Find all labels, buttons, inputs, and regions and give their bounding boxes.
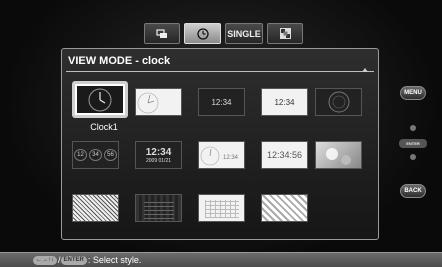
second-text: 56	[104, 149, 117, 161]
up-arrow-icon[interactable]	[410, 125, 416, 131]
style-thumb-2[interactable]	[135, 88, 182, 116]
tab-single[interactable]: SINGLE	[225, 23, 263, 44]
down-arrow-icon[interactable]	[410, 154, 416, 160]
style-thumb-13[interactable]	[198, 194, 245, 222]
view-mode-panel: VIEW MODE - clock Clock1 12:34 12:34 12 …	[61, 48, 379, 240]
slideshow-icon	[156, 28, 167, 38]
screen: SINGLE VIEW MODE - clock Clock1 12:34 12…	[0, 0, 442, 267]
selected-style-label: Clock1	[90, 122, 118, 132]
menu-button[interactable]: MENU	[400, 86, 426, 100]
grid-icon	[279, 28, 291, 39]
style-thumb-12[interactable]	[135, 194, 182, 222]
analog-clock-light-icon: 12:34	[200, 146, 239, 166]
hour-text: 12	[74, 149, 87, 161]
style-thumb-10[interactable]	[315, 141, 362, 169]
enter-dpad[interactable]: ENTER	[399, 125, 427, 161]
style-thumb-14[interactable]	[261, 194, 308, 222]
digital-time-text: 12:34:56	[266, 150, 303, 160]
analog-clock-light-icon	[137, 92, 159, 114]
style-thumb-8[interactable]: 12:34	[198, 141, 245, 169]
analog-clock-icon	[88, 88, 112, 111]
digital-time-text: 12:34	[274, 97, 295, 107]
title-divider	[66, 71, 374, 72]
mode-tabs: SINGLE	[144, 23, 303, 44]
tab-slideshow[interactable]	[144, 23, 180, 44]
style-thumb-5[interactable]	[315, 88, 362, 116]
style-thumb-7[interactable]: 12:34 2009 01/21	[135, 141, 182, 169]
photo-clock-icon	[326, 148, 351, 165]
style-thumb-9[interactable]: 12:34:56	[261, 141, 308, 169]
clock-icon	[196, 27, 209, 40]
minute-text: 34	[89, 149, 102, 161]
digital-time-text: 12:34	[145, 146, 172, 158]
tab-grid[interactable]	[267, 23, 303, 44]
help-text: : Select style.	[87, 255, 142, 265]
tab-clock[interactable]	[184, 23, 221, 44]
date-text: 2009 01/21	[145, 157, 172, 164]
style-thumb-4[interactable]: 12:34	[261, 88, 308, 116]
back-button[interactable]: BACK	[400, 184, 426, 198]
style-thumb-3[interactable]: 12:34	[198, 88, 245, 116]
style-thumb-6[interactable]: 12 34 56	[72, 141, 119, 169]
digital-time-text: 12:34	[211, 97, 232, 107]
arrow-keys-icon: ←→↑↓	[33, 255, 57, 265]
style-thumb-clock1[interactable]	[72, 81, 128, 118]
round-clock-icon	[328, 91, 349, 113]
enter-button[interactable]: ENTER	[399, 139, 427, 148]
panel-title: VIEW MODE - clock	[68, 55, 171, 67]
style-thumb-11[interactable]	[72, 194, 119, 222]
help-bar: ←→↑↓ / ENTER : Select style.	[0, 252, 442, 267]
calendar-grid	[144, 201, 174, 219]
scroll-up-icon	[362, 68, 368, 72]
calendar-grid	[205, 200, 239, 218]
enter-key-icon: ENTER	[60, 255, 87, 265]
svg-text:12:34: 12:34	[223, 155, 239, 161]
